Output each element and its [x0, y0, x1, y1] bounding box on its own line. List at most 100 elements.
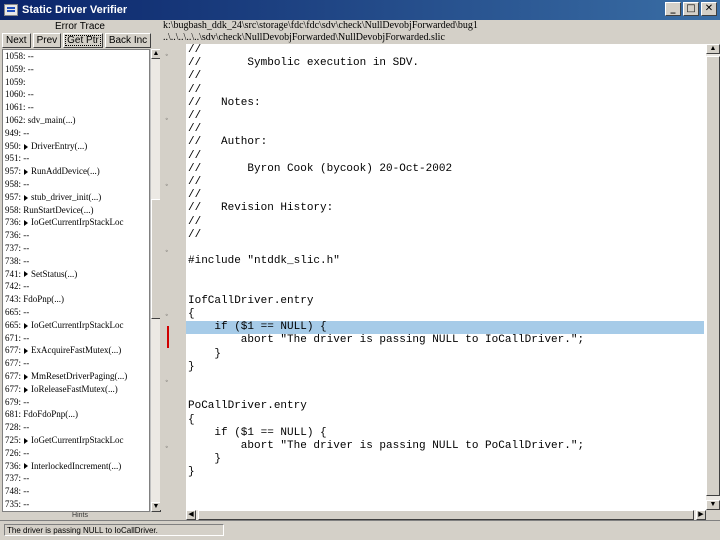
trace-item[interactable]: 742: -- [3, 280, 149, 293]
code-line: IofCallDriver.entry [188, 294, 314, 307]
trace-item[interactable]: 736: InterlockedIncrement(...) [3, 460, 149, 473]
trace-item[interactable]: 671: -- [3, 332, 149, 345]
gutter-marker-icon: ◦ [165, 52, 169, 59]
code-line: } [188, 453, 222, 466]
code-gutter: ◦ ◦ ◦ ◦ ◦ ◦ ◦ [160, 44, 186, 510]
status-bar: The driver is passing NULL to IoCallDriv… [0, 520, 720, 540]
trace-item-text: InterlockedIncrement(...) [31, 460, 122, 471]
trace-item-text: -- [23, 127, 30, 138]
trace-item[interactable]: 1058: -- [3, 50, 149, 63]
trace-item-text: -- [23, 230, 30, 241]
code-line: // [188, 215, 202, 228]
trace-item[interactable]: 958: RunStartDevice(...) [3, 204, 149, 217]
trace-item-text: IoReleaseFastMutex(...) [31, 383, 118, 394]
trace-item[interactable]: 1059: [3, 76, 149, 89]
trace-item[interactable]: 736: -- [3, 229, 149, 242]
trace-list[interactable]: 1058: -- 1059: -- 1059: 1060: -- 1061: -- 10… [2, 49, 150, 512]
expand-triangle-icon[interactable] [24, 463, 29, 470]
gutter-marker-icon: ◦ [165, 248, 169, 255]
trace-item-text: IoGetCurrentIrpStackLoc [31, 319, 124, 330]
trace-item[interactable]: 1060: -- [3, 88, 149, 101]
trace-scrollbar[interactable]: ▲ ▼ [150, 49, 161, 512]
code-horizontal-scrollbar[interactable]: ◀ ▶ [186, 510, 706, 520]
code-scroll-left-arrow-icon[interactable]: ◀ [186, 510, 196, 520]
trace-item[interactable]: 737: -- [3, 242, 149, 255]
trace-item[interactable]: 743: FdoPnp(...) [3, 293, 149, 306]
expand-triangle-icon[interactable] [24, 271, 29, 278]
gutter-marker-icon: ◦ [165, 378, 169, 385]
source-code-view[interactable]: // // Symbolic execution in SDV.////// N… [186, 44, 706, 510]
code-line: // [188, 189, 202, 202]
trace-item[interactable]: 741: SetStatus(...) [3, 268, 149, 281]
code-hscroll-thumb[interactable] [198, 510, 694, 520]
trace-item[interactable]: 1062: sdv_main(...) [3, 114, 149, 127]
trace-item[interactable]: 957: stub_driver_init(...) [3, 191, 149, 204]
expand-triangle-icon[interactable] [24, 348, 29, 355]
hints-label: Hints [72, 512, 88, 519]
expand-triangle-icon[interactable] [24, 322, 29, 329]
trace-item[interactable]: 1061: -- [3, 101, 149, 114]
trace-item-text: SetStatus(...) [31, 268, 78, 279]
trace-item[interactable]: 957: RunAddDevice(...) [3, 165, 149, 178]
maximize-button[interactable]: □ [683, 2, 699, 16]
code-line: abort "The driver is passing NULL to IoC… [188, 334, 585, 347]
trace-item[interactable]: 726: -- [3, 447, 149, 460]
trace-item[interactable]: 681: FdoFdoPnp(...) [3, 408, 149, 421]
trace-line-number: 736: [5, 217, 22, 228]
trace-line-number: 677: [5, 370, 22, 381]
trace-item-text: MmResetDriverPaging(...) [31, 370, 128, 381]
code-line: #include "ntddk_slic.h" [188, 255, 340, 268]
trace-line-number: 681: [5, 409, 22, 420]
expand-triangle-icon[interactable] [24, 437, 29, 444]
trace-item[interactable]: 725: IoGetCurrentIrpStackLoc [3, 434, 149, 447]
trace-item[interactable]: 735: -- [3, 498, 149, 511]
trace-line-number: 736: [5, 230, 22, 241]
trace-item[interactable]: 950: DriverEntry(...) [3, 140, 149, 153]
trace-item[interactable]: 677: -- [3, 357, 149, 370]
close-button[interactable]: ✕ [701, 2, 717, 16]
trace-item[interactable]: 728: -- [3, 421, 149, 434]
trace-item[interactable]: 679: -- [3, 396, 149, 409]
trace-item-text: -- [27, 51, 34, 61]
trace-item[interactable]: 737: -- [3, 472, 149, 485]
code-scroll-right-arrow-icon[interactable]: ▶ [696, 510, 706, 520]
expand-triangle-icon[interactable] [24, 143, 29, 150]
trace-item[interactable]: 738: -- [3, 255, 149, 268]
expand-triangle-icon[interactable] [24, 194, 29, 201]
trace-item-text: -- [23, 306, 30, 317]
expand-triangle-icon[interactable] [24, 220, 29, 227]
prev-button[interactable]: Prev [32, 33, 62, 48]
trace-item-text: -- [23, 447, 30, 458]
gutter-marker-icon: ◦ [165, 312, 169, 319]
trace-item[interactable]: 748: -- [3, 485, 149, 498]
get-ptr-button[interactable]: Get Ptr [63, 33, 103, 48]
expand-triangle-icon[interactable] [24, 169, 29, 176]
code-line: // Revision History: [188, 202, 334, 215]
trace-item[interactable]: 665: -- [3, 306, 149, 319]
trace-item[interactable]: 951: -- [3, 152, 149, 165]
trace-item[interactable]: 665: IoGetCurrentIrpStackLoc [3, 319, 149, 332]
trace-line-number: 735: [5, 498, 22, 509]
trace-item[interactable]: 949: -- [3, 127, 149, 140]
next-button[interactable]: Next [2, 33, 31, 48]
trace-item[interactable]: 958: -- [3, 178, 149, 191]
expand-triangle-icon[interactable] [24, 386, 29, 393]
trace-line-number: 958: [5, 178, 22, 189]
trace-item[interactable]: 736: IoGetCurrentIrpStackLoc [3, 216, 149, 229]
expand-triangle-icon[interactable] [24, 373, 29, 380]
code-vertical-scrollbar[interactable]: ▲ ▼ [706, 44, 720, 510]
code-scroll-thumb[interactable] [706, 56, 720, 496]
code-scroll-up-arrow-icon[interactable]: ▲ [706, 44, 720, 54]
minimize-button[interactable]: _ [665, 2, 681, 16]
trace-line-number: 679: [5, 396, 22, 407]
trace-item[interactable]: 677: MmResetDriverPaging(...) [3, 370, 149, 383]
back-inc-button[interactable]: Back Inc [104, 33, 152, 48]
trace-item[interactable]: 677: IoReleaseFastMutex(...) [3, 383, 149, 396]
trace-line-number: 949: [5, 127, 22, 138]
trace-item[interactable]: 677: ExAcquireFastMutex(...) [3, 344, 149, 357]
trace-item[interactable]: 1059: -- [3, 63, 149, 76]
code-line: } [188, 360, 195, 373]
code-scroll-down-arrow-icon[interactable]: ▼ [706, 500, 720, 510]
